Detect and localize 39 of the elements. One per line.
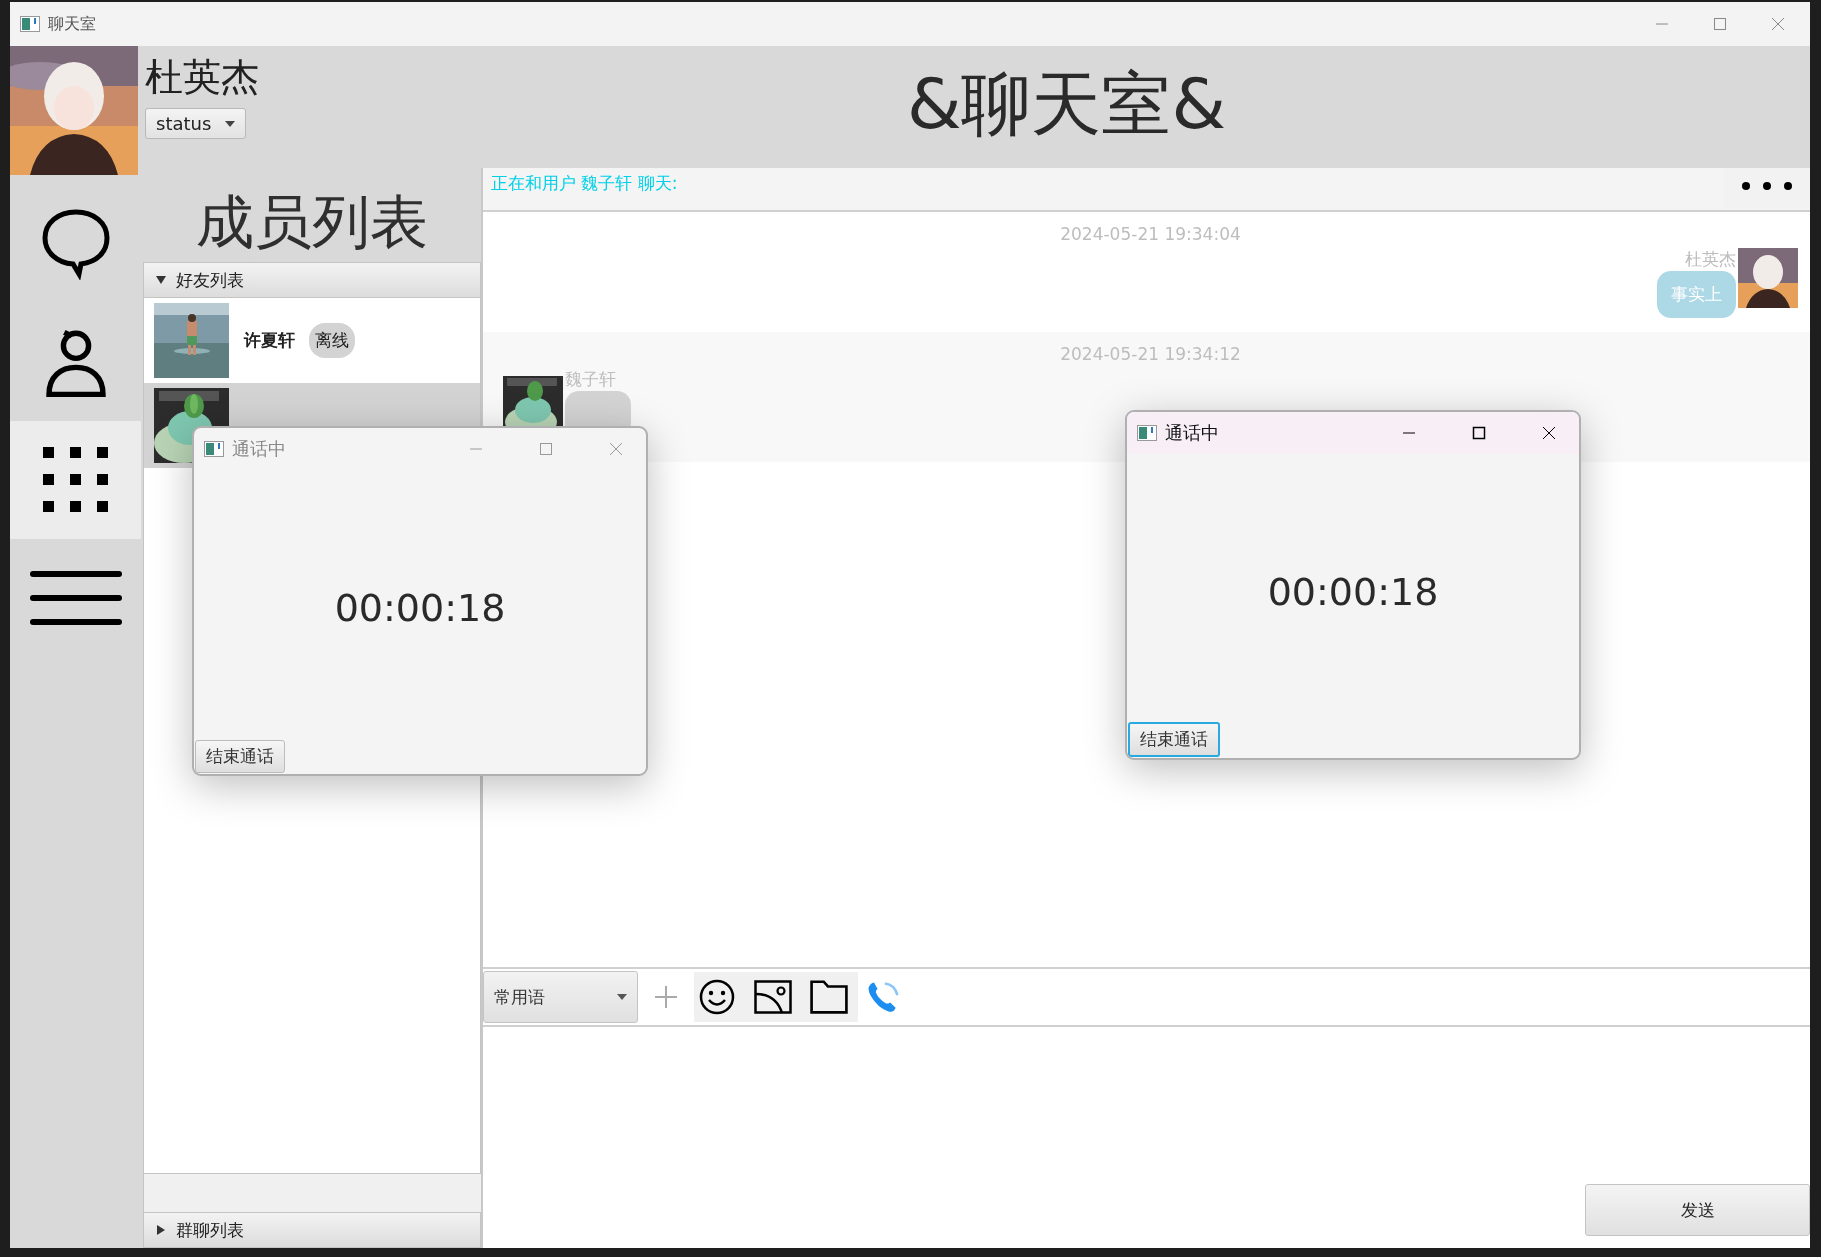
image-icon[interactable] — [754, 979, 792, 1015]
member-name: 许夏轩 — [244, 329, 295, 352]
expand-arrow-icon — [156, 1225, 166, 1235]
status-dropdown[interactable]: status — [145, 108, 247, 139]
caret-icon — [225, 120, 236, 127]
smiley-icon[interactable] — [698, 979, 736, 1015]
dialog-title: 通话中 — [232, 437, 286, 461]
app-title: &聊天室& — [905, 62, 1227, 147]
call-timer: 00:00:18 — [334, 586, 506, 630]
member-list-heading: 成员列表 — [196, 187, 428, 258]
window-title: 聊天室 — [48, 13, 96, 35]
app-icon — [1137, 425, 1157, 441]
section-header[interactable]: 群聊列表 — [143, 1212, 481, 1248]
expand-arrow-icon — [156, 275, 166, 285]
status-badge: 离线 — [309, 323, 355, 358]
phrases-dropdown[interactable]: 常用语 — [483, 971, 638, 1023]
app-icon — [204, 441, 224, 457]
message-time: 2024-05-21 19:34:12 — [1060, 344, 1241, 364]
message-bubble: 事实上 — [1657, 271, 1736, 318]
menu-icon — [29, 570, 122, 626]
maximize-icon[interactable] — [1471, 425, 1487, 441]
caret-icon — [617, 994, 627, 1000]
end-call-button[interactable]: 结束通话 — [1128, 722, 1220, 757]
speech-bubble-icon — [40, 208, 111, 280]
section-header[interactable]: 好友列表 — [143, 262, 481, 298]
app-icon — [20, 16, 40, 32]
more-icon — [1741, 181, 1793, 191]
dialog-title: 通话中 — [1165, 421, 1219, 445]
nav-item[interactable] — [10, 421, 141, 539]
user-name: 杜英杰 — [145, 54, 259, 100]
sender-name: 魏子轩 — [565, 368, 616, 391]
message-time: 2024-05-21 19:34:04 — [1060, 224, 1241, 244]
end-call-button[interactable]: 结束通话 — [195, 740, 285, 773]
send-button[interactable]: 发送 — [1585, 1184, 1810, 1236]
call-timer: 00:00:18 — [1267, 570, 1439, 614]
sender-name: 杜英杰 — [1685, 248, 1736, 271]
chat-partner-label: 正在和用户 魏子轩 聊天: — [490, 172, 678, 195]
folder-icon[interactable] — [810, 979, 848, 1015]
close-icon[interactable] — [1541, 425, 1557, 441]
